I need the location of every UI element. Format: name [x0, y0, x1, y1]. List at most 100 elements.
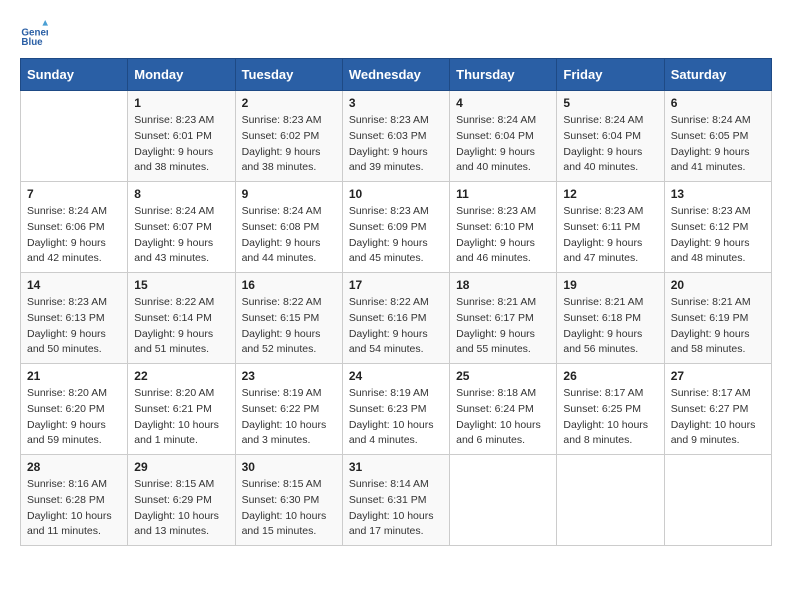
day-header-tuesday: Tuesday	[235, 59, 342, 91]
day-number: 25	[456, 369, 550, 383]
day-number: 28	[27, 460, 121, 474]
day-number: 4	[456, 96, 550, 110]
week-row-2: 7 Sunrise: 8:24 AMSunset: 6:06 PMDaylight…	[21, 182, 772, 273]
day-info: Sunrise: 8:20 AMSunset: 6:21 PMDaylight:…	[134, 386, 228, 449]
day-number: 24	[349, 369, 443, 383]
day-number: 12	[563, 187, 657, 201]
calendar-cell: 23 Sunrise: 8:19 AMSunset: 6:22 PMDayligh…	[235, 364, 342, 455]
calendar-cell: 3 Sunrise: 8:23 AMSunset: 6:03 PMDaylight…	[342, 91, 449, 182]
day-header-monday: Monday	[128, 59, 235, 91]
week-row-5: 28 Sunrise: 8:16 AMSunset: 6:28 PMDayligh…	[21, 455, 772, 546]
day-info: Sunrise: 8:24 AMSunset: 6:06 PMDaylight:…	[27, 204, 121, 267]
calendar-cell: 9Sunrise: 8:24 AMSunset: 6:08 PMDaylight…	[235, 182, 342, 273]
day-info: Sunrise: 8:24 AMSunset: 6:08 PMDaylight:…	[242, 204, 336, 267]
header-row: SundayMondayTuesdayWednesdayThursdayFrid…	[21, 59, 772, 91]
day-number: 18	[456, 278, 550, 292]
calendar-cell: 12 Sunrise: 8:23 AMSunset: 6:11 PMDayligh…	[557, 182, 664, 273]
day-info: Sunrise: 8:21 AMSunset: 6:17 PMDaylight:…	[456, 295, 550, 358]
calendar-cell: 6 Sunrise: 8:24 AMSunset: 6:05 PMDaylight…	[664, 91, 771, 182]
day-number: 30	[242, 460, 336, 474]
calendar-cell: 24 Sunrise: 8:19 AMSunset: 6:23 PMDayligh…	[342, 364, 449, 455]
calendar-cell: 18 Sunrise: 8:21 AMSunset: 6:17 PMDayligh…	[450, 273, 557, 364]
day-info: Sunrise: 8:23 AMSunset: 6:03 PMDaylight:…	[349, 113, 443, 176]
day-number: 2	[242, 96, 336, 110]
day-number: 10	[349, 187, 443, 201]
calendar-cell: 13 Sunrise: 8:23 AMSunset: 6:12 PMDayligh…	[664, 182, 771, 273]
day-number: 21	[27, 369, 121, 383]
day-info: Sunrise: 8:20 AMSunset: 6:20 PMDaylight:…	[27, 386, 121, 449]
calendar-cell: 11 Sunrise: 8:23 AMSunset: 6:10 PMDayligh…	[450, 182, 557, 273]
day-number: 23	[242, 369, 336, 383]
day-number: 5	[563, 96, 657, 110]
calendar-cell	[21, 91, 128, 182]
day-info: Sunrise: 8:15 AMSunset: 6:29 PMDaylight:…	[134, 477, 228, 540]
calendar-cell: 1Sunrise: 8:23 AMSunset: 6:01 PMDaylight…	[128, 91, 235, 182]
calendar-cell	[664, 455, 771, 546]
day-info: Sunrise: 8:23 AMSunset: 6:10 PMDaylight:…	[456, 204, 550, 267]
day-info: Sunrise: 8:22 AMSunset: 6:15 PMDaylight:…	[242, 295, 336, 358]
day-number: 16	[242, 278, 336, 292]
calendar-cell: 14 Sunrise: 8:23 AMSunset: 6:13 PMDayligh…	[21, 273, 128, 364]
calendar-cell: 27 Sunrise: 8:17 AMSunset: 6:27 PMDayligh…	[664, 364, 771, 455]
day-info: Sunrise: 8:21 AMSunset: 6:19 PMDaylight:…	[671, 295, 765, 358]
calendar-cell: 16 Sunrise: 8:22 AMSunset: 6:15 PMDayligh…	[235, 273, 342, 364]
day-info: Sunrise: 8:23 AMSunset: 6:13 PMDaylight:…	[27, 295, 121, 358]
calendar-cell: 29Sunrise: 8:15 AMSunset: 6:29 PMDayligh…	[128, 455, 235, 546]
day-info: Sunrise: 8:21 AMSunset: 6:18 PMDaylight:…	[563, 295, 657, 358]
day-header-saturday: Saturday	[664, 59, 771, 91]
day-header-friday: Friday	[557, 59, 664, 91]
day-info: Sunrise: 8:19 AMSunset: 6:23 PMDaylight:…	[349, 386, 443, 449]
day-info: Sunrise: 8:16 AMSunset: 6:28 PMDaylight:…	[27, 477, 121, 540]
calendar-cell: 2Sunrise: 8:23 AMSunset: 6:02 PMDaylight…	[235, 91, 342, 182]
week-row-1: 1Sunrise: 8:23 AMSunset: 6:01 PMDaylight…	[21, 91, 772, 182]
day-info: Sunrise: 8:22 AMSunset: 6:14 PMDaylight:…	[134, 295, 228, 358]
day-info: Sunrise: 8:24 AMSunset: 6:04 PMDaylight:…	[456, 113, 550, 176]
calendar-cell	[450, 455, 557, 546]
calendar-cell: 21 Sunrise: 8:20 AMSunset: 6:20 PMDayligh…	[21, 364, 128, 455]
day-info: Sunrise: 8:23 AMSunset: 6:09 PMDaylight:…	[349, 204, 443, 267]
day-number: 17	[349, 278, 443, 292]
day-number: 11	[456, 187, 550, 201]
calendar-cell: 26Sunrise: 8:17 AMSunset: 6:25 PMDayligh…	[557, 364, 664, 455]
day-number: 8	[134, 187, 228, 201]
day-number: 31	[349, 460, 443, 474]
calendar-cell: 19Sunrise: 8:21 AMSunset: 6:18 PMDayligh…	[557, 273, 664, 364]
logo-icon: General Blue	[20, 20, 48, 48]
day-number: 3	[349, 96, 443, 110]
calendar-cell: 15 Sunrise: 8:22 AMSunset: 6:14 PMDayligh…	[128, 273, 235, 364]
day-number: 15	[134, 278, 228, 292]
calendar-cell: 17 Sunrise: 8:22 AMSunset: 6:16 PMDayligh…	[342, 273, 449, 364]
day-number: 7	[27, 187, 121, 201]
calendar-cell: 25 Sunrise: 8:18 AMSunset: 6:24 PMDayligh…	[450, 364, 557, 455]
day-number: 13	[671, 187, 765, 201]
day-header-wednesday: Wednesday	[342, 59, 449, 91]
day-header-thursday: Thursday	[450, 59, 557, 91]
week-row-3: 14 Sunrise: 8:23 AMSunset: 6:13 PMDayligh…	[21, 273, 772, 364]
week-row-4: 21 Sunrise: 8:20 AMSunset: 6:20 PMDayligh…	[21, 364, 772, 455]
day-number: 27	[671, 369, 765, 383]
day-number: 20	[671, 278, 765, 292]
calendar-cell	[557, 455, 664, 546]
day-info: Sunrise: 8:23 AMSunset: 6:12 PMDaylight:…	[671, 204, 765, 267]
day-number: 14	[27, 278, 121, 292]
calendar-cell: 30Sunrise: 8:15 AMSunset: 6:30 PMDayligh…	[235, 455, 342, 546]
calendar-cell: 7 Sunrise: 8:24 AMSunset: 6:06 PMDaylight…	[21, 182, 128, 273]
day-info: Sunrise: 8:22 AMSunset: 6:16 PMDaylight:…	[349, 295, 443, 358]
day-number: 22	[134, 369, 228, 383]
day-header-sunday: Sunday	[21, 59, 128, 91]
svg-text:Blue: Blue	[21, 37, 43, 48]
day-info: Sunrise: 8:23 AMSunset: 6:01 PMDaylight:…	[134, 113, 228, 176]
day-info: Sunrise: 8:14 AMSunset: 6:31 PMDaylight:…	[349, 477, 443, 540]
day-info: Sunrise: 8:23 AMSunset: 6:11 PMDaylight:…	[563, 204, 657, 267]
calendar-cell: 10 Sunrise: 8:23 AMSunset: 6:09 PMDayligh…	[342, 182, 449, 273]
calendar-cell: 20 Sunrise: 8:21 AMSunset: 6:19 PMDayligh…	[664, 273, 771, 364]
day-number: 6	[671, 96, 765, 110]
day-info: Sunrise: 8:24 AMSunset: 6:07 PMDaylight:…	[134, 204, 228, 267]
day-info: Sunrise: 8:24 AMSunset: 6:05 PMDaylight:…	[671, 113, 765, 176]
day-info: Sunrise: 8:19 AMSunset: 6:22 PMDaylight:…	[242, 386, 336, 449]
calendar-table: SundayMondayTuesdayWednesdayThursdayFrid…	[20, 58, 772, 546]
day-info: Sunrise: 8:17 AMSunset: 6:27 PMDaylight:…	[671, 386, 765, 449]
logo: General Blue	[20, 20, 52, 48]
day-info: Sunrise: 8:18 AMSunset: 6:24 PMDaylight:…	[456, 386, 550, 449]
calendar-cell: 5Sunrise: 8:24 AMSunset: 6:04 PMDaylight…	[557, 91, 664, 182]
